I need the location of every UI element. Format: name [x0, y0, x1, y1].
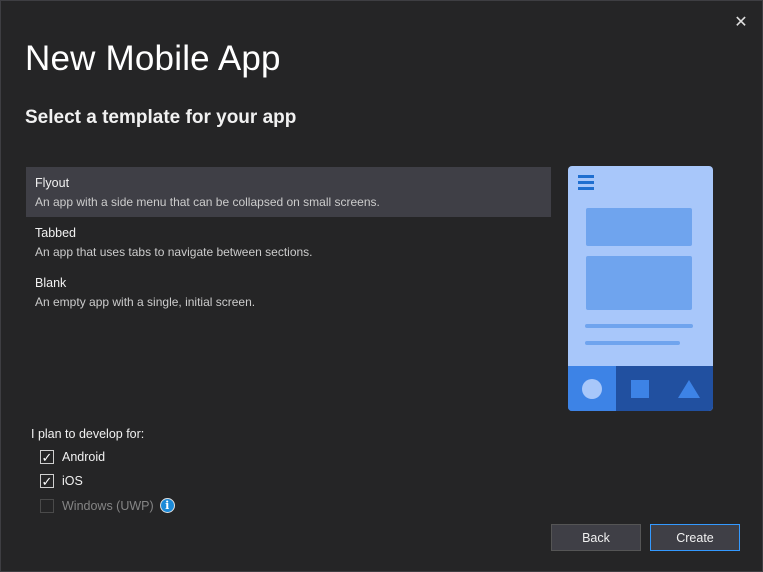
- template-description: An app with a side menu that can be coll…: [35, 195, 380, 209]
- preview-tab: [616, 366, 664, 411]
- template-description: An app that uses tabs to navigate betwee…: [35, 245, 313, 259]
- platform-option-label: Android: [62, 450, 106, 464]
- triangle-tab-icon: [677, 379, 700, 398]
- preview-text-line: [585, 341, 680, 345]
- square-tab-icon: [631, 379, 650, 398]
- template-item-tabbed[interactable]: Tabbed An app that uses tabs to navigate…: [26, 217, 551, 267]
- platform-android[interactable]: ✓ Android: [40, 450, 105, 464]
- dialog-subtitle: Select a template for your app: [25, 107, 297, 128]
- info-icon[interactable]: i: [159, 498, 175, 513]
- preview-card: [586, 256, 692, 310]
- template-preview: [568, 166, 713, 411]
- template-description: An empty app with a single, initial scre…: [35, 295, 256, 309]
- preview-tab: [665, 366, 713, 411]
- preview-text-line: [585, 324, 693, 328]
- template-item-flyout[interactable]: Flyout An app with a side menu that can …: [26, 167, 551, 217]
- preview-card: [586, 208, 692, 246]
- back-button[interactable]: Back: [551, 524, 641, 551]
- hamburger-menu-icon: [578, 175, 594, 191]
- new-mobile-app-dialog: ✕ New Mobile App Select a template for y…: [0, 0, 763, 572]
- android-checkbox[interactable]: ✓: [40, 450, 54, 464]
- platform-ios[interactable]: ✓ iOS: [40, 474, 83, 488]
- preview-tab: [568, 366, 617, 411]
- windows-uwp-checkbox: [40, 498, 54, 513]
- circle-tab-icon: [582, 378, 603, 399]
- template-item-blank[interactable]: Blank An empty app with a single, initia…: [26, 267, 551, 317]
- template-list: Flyout An app with a side menu that can …: [26, 167, 551, 317]
- template-name: Blank: [35, 276, 67, 290]
- template-name: Flyout: [35, 176, 70, 190]
- create-button[interactable]: Create: [650, 524, 740, 551]
- close-icon[interactable]: ✕: [730, 11, 752, 33]
- ios-checkbox[interactable]: ✓: [40, 474, 54, 488]
- platform-windows-uwp: Windows (UWP) i: [40, 498, 175, 513]
- dialog-title: New Mobile App: [25, 39, 281, 78]
- platform-option-label: Windows (UWP): [62, 498, 154, 513]
- platform-label: I plan to develop for:: [31, 427, 145, 441]
- platform-option-label: iOS: [62, 474, 83, 488]
- preview-tab-bar: [568, 366, 713, 411]
- template-name: Tabbed: [35, 226, 77, 240]
